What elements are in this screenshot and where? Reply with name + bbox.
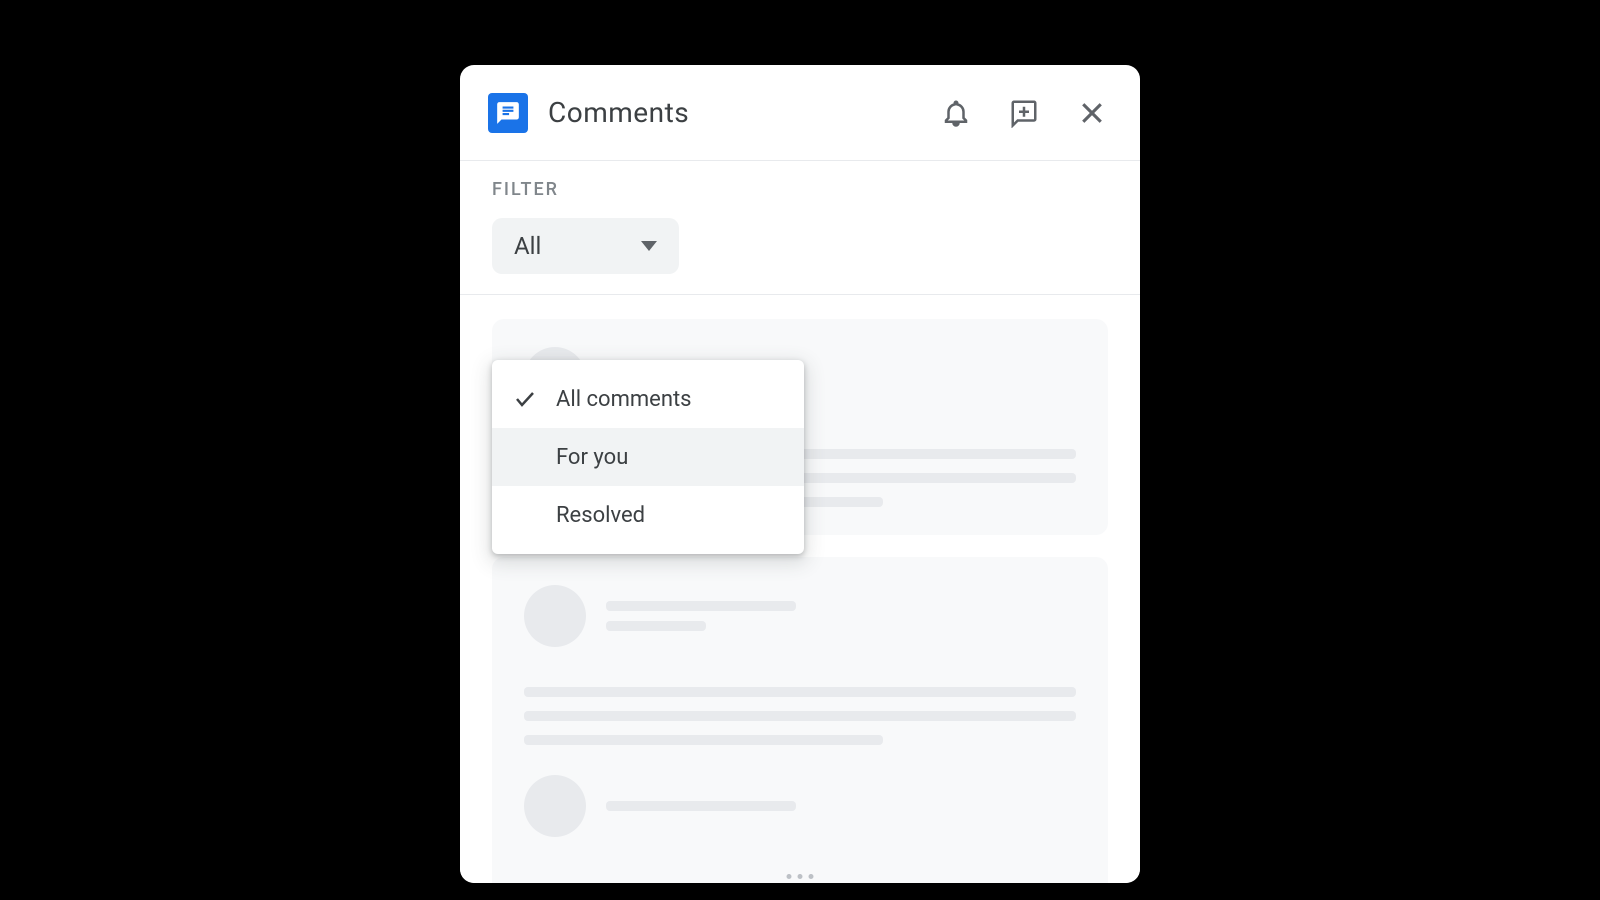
comment-header <box>524 775 1076 837</box>
panel-title: Comments <box>548 96 936 129</box>
comment-card[interactable] <box>492 557 1108 883</box>
header-actions <box>936 93 1112 133</box>
skeleton-line <box>524 711 1076 721</box>
filter-dropdown[interactable]: All <box>492 218 679 274</box>
close-button[interactable] <box>1072 93 1112 133</box>
filter-option-label: For you <box>556 445 628 470</box>
add-comment-button[interactable] <box>1004 93 1044 133</box>
skeleton-line <box>524 735 883 745</box>
skeleton-line <box>606 621 706 631</box>
filter-dropdown-menu: All comments For you Resolved <box>492 360 804 554</box>
drag-handle-icon[interactable] <box>787 874 814 879</box>
notifications-button[interactable] <box>936 93 976 133</box>
bell-icon <box>941 98 971 128</box>
avatar <box>524 585 586 647</box>
comments-icon <box>488 93 528 133</box>
filter-option-label: All comments <box>556 387 692 412</box>
filter-option-label: Resolved <box>556 503 645 528</box>
close-icon <box>1077 98 1107 128</box>
filter-label: FILTER <box>492 179 1108 200</box>
filter-selected-value: All <box>514 232 541 260</box>
filter-section: FILTER All <box>460 161 1140 274</box>
filter-option-all-comments[interactable]: All comments <box>492 370 804 428</box>
add-comment-icon <box>1009 98 1039 128</box>
skeleton-line <box>606 601 796 611</box>
comment-body-placeholder <box>524 687 1076 745</box>
avatar <box>524 775 586 837</box>
check-icon <box>512 386 538 412</box>
author-placeholder <box>606 801 796 811</box>
comments-panel: Comments FILTER All All comments <box>460 65 1140 883</box>
panel-header: Comments <box>460 65 1140 161</box>
check-slot-empty <box>512 502 538 528</box>
check-slot-empty <box>512 444 538 470</box>
skeleton-line <box>606 801 796 811</box>
skeleton-line <box>524 687 1076 697</box>
caret-down-icon <box>641 241 657 251</box>
comment-header <box>524 585 1076 647</box>
filter-option-resolved[interactable]: Resolved <box>492 486 804 544</box>
author-placeholder <box>606 601 796 631</box>
filter-option-for-you[interactable]: For you <box>492 428 804 486</box>
